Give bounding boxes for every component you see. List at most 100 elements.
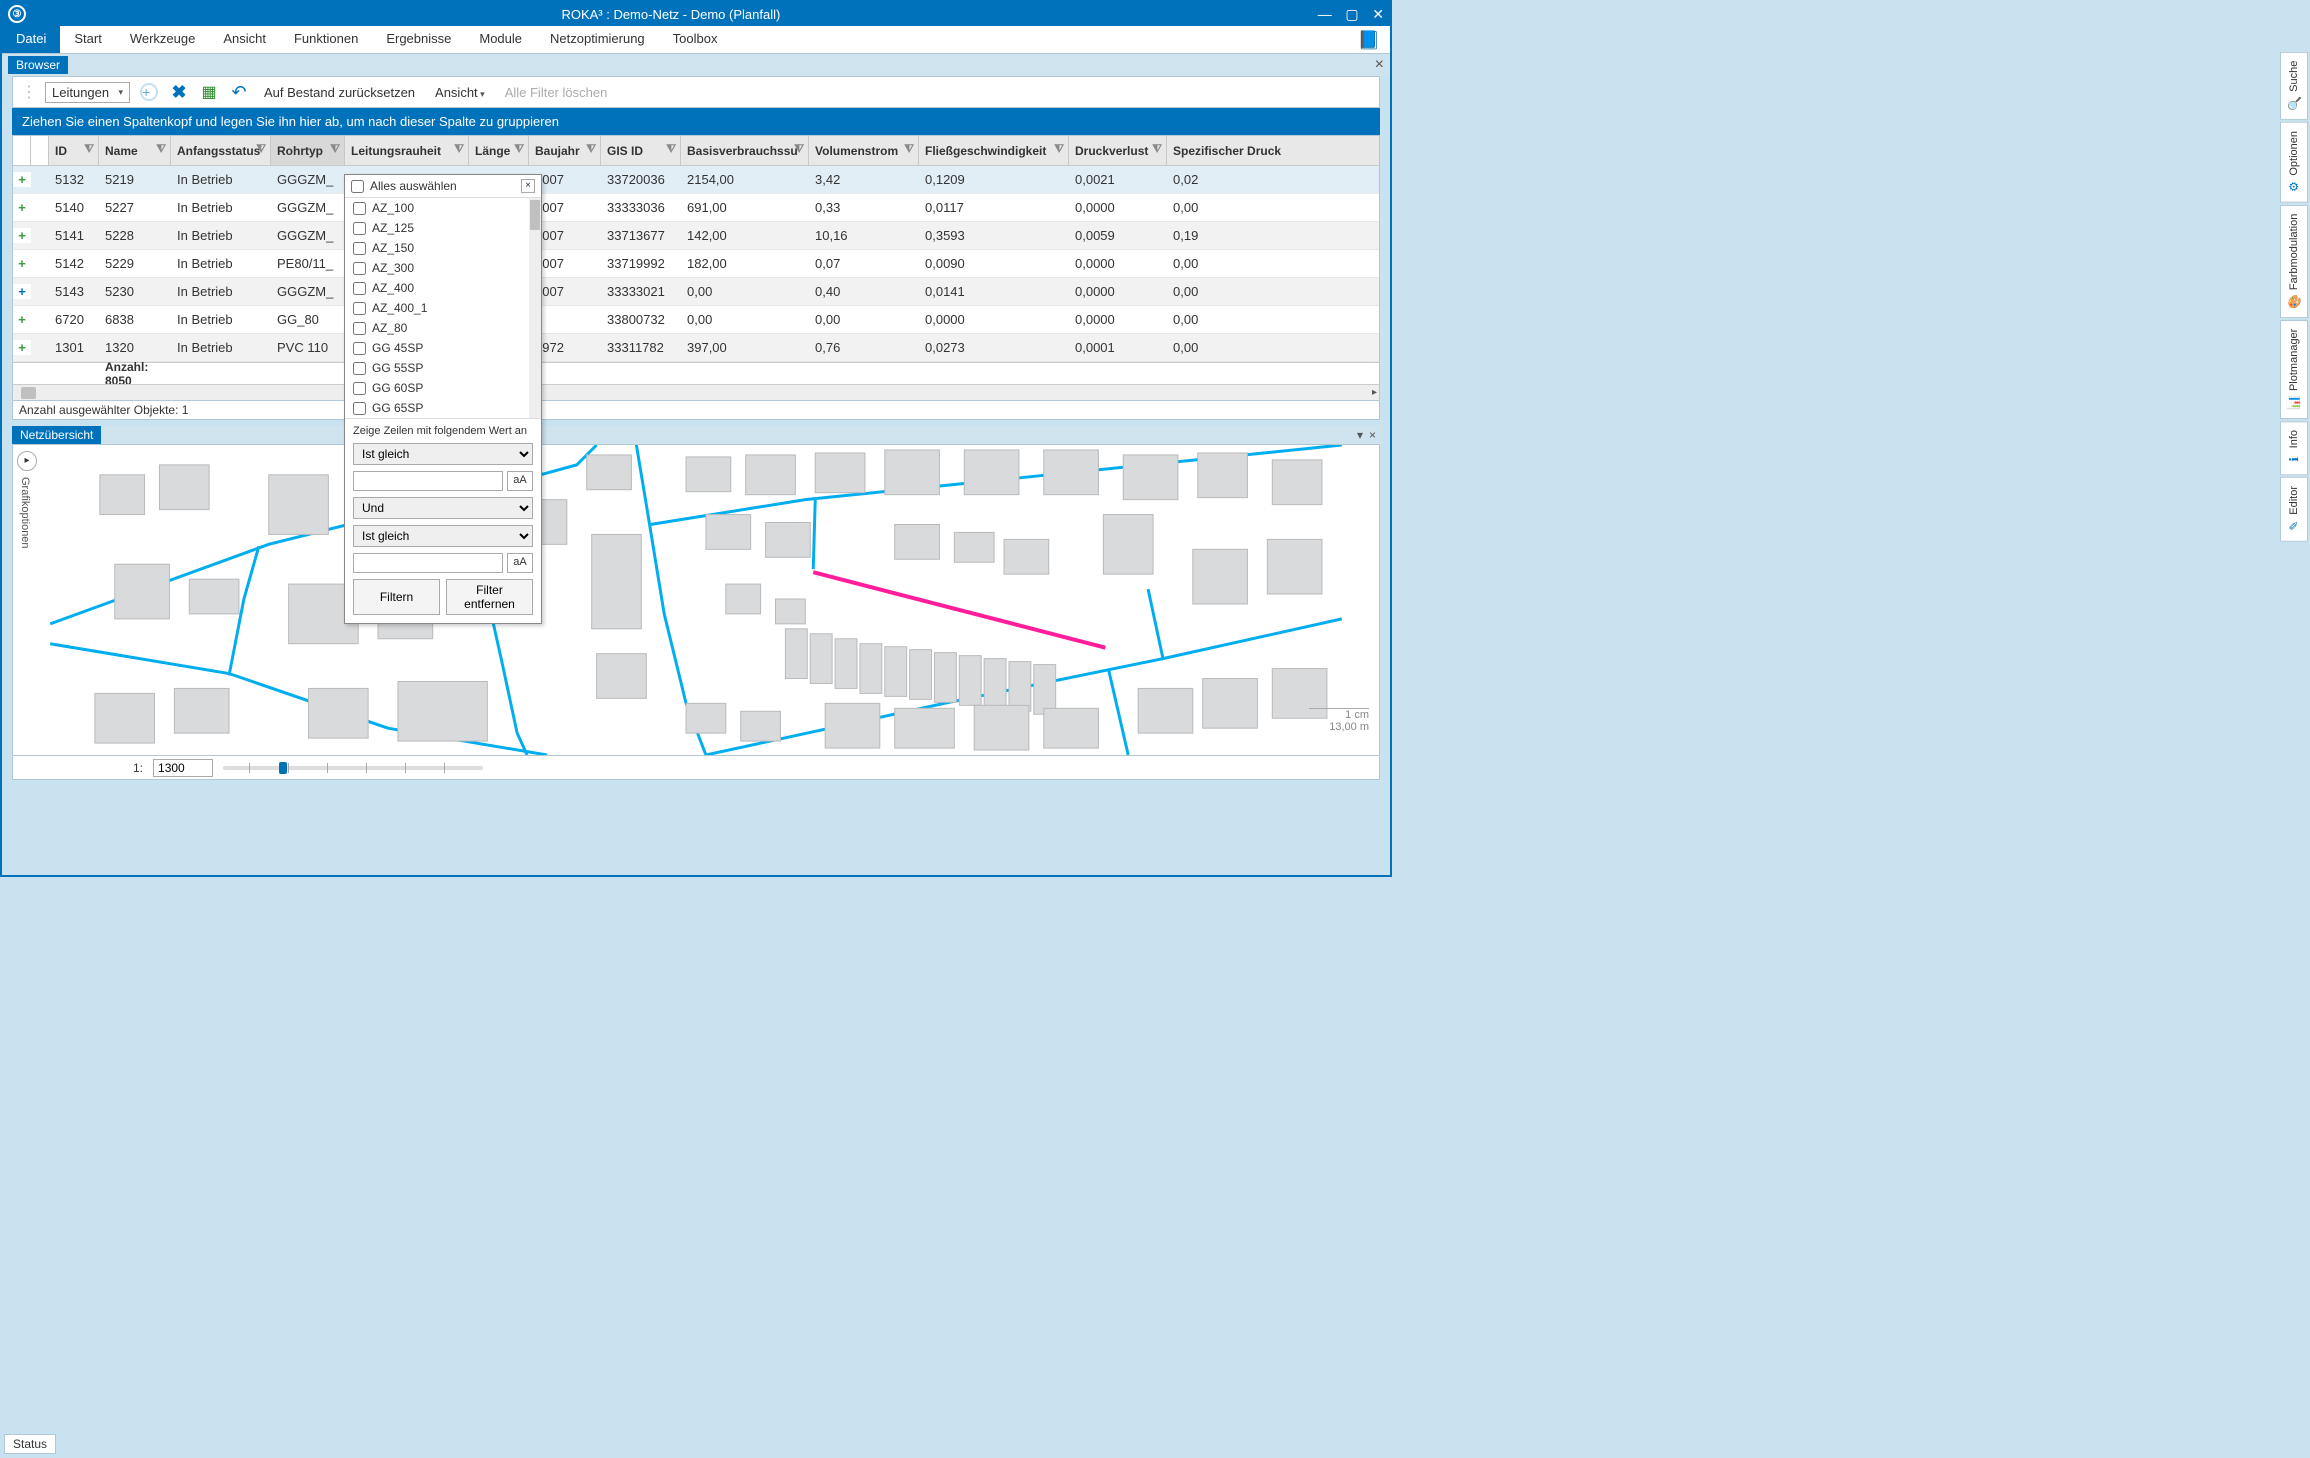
expand-icon[interactable]: + [13, 228, 31, 243]
reset-button[interactable]: Auf Bestand zurücksetzen [258, 83, 421, 102]
filter-item[interactable]: AZ_100 [345, 198, 541, 218]
filter-item-checkbox[interactable] [353, 342, 366, 355]
map-view[interactable]: ▸ Grafikoptionen [12, 444, 1380, 756]
filter-item-checkbox[interactable] [353, 402, 366, 415]
add-button[interactable]: + [138, 81, 160, 103]
expand-icon[interactable]: + [13, 312, 31, 327]
filter-icon[interactable]: ⧨ [1152, 143, 1162, 156]
minimize-button[interactable]: — [1318, 6, 1332, 22]
ribbon-tab-ergebnisse[interactable]: Ergebnisse [372, 26, 465, 53]
col-name[interactable]: Name⧨ [99, 136, 171, 165]
filter-item[interactable]: GG 45SP [345, 338, 541, 358]
col-basis[interactable]: Basisverbrauchssu⧨ [681, 136, 809, 165]
table-row[interactable]: +51425229In BetriebPE80/11_2007337199921… [13, 250, 1379, 278]
clear-filters-button[interactable]: Alle Filter löschen [499, 83, 614, 102]
condition-conj[interactable]: Und [353, 497, 533, 519]
filter-icon[interactable]: ⧨ [156, 143, 166, 156]
rtab-suche[interactable]: 🔍Suche [2280, 52, 2308, 120]
ribbon-tab-toolbox[interactable]: Toolbox [659, 26, 732, 53]
zoom-input[interactable] [153, 759, 213, 777]
case-toggle1[interactable]: aA [507, 471, 533, 491]
filter-item[interactable]: GG 55SP [345, 358, 541, 378]
condition-op1[interactable]: Ist gleich [353, 443, 533, 465]
col-laenge[interactable]: Länge⧨ [469, 136, 529, 165]
ribbon-tab-ansicht[interactable]: Ansicht [209, 26, 280, 53]
filter-item[interactable]: AZ_125 [345, 218, 541, 238]
table-row[interactable]: +51325219In BetriebGGGZM_200733720036215… [13, 166, 1379, 194]
filter-item-checkbox[interactable] [353, 322, 366, 335]
browser-tab[interactable]: Browser [8, 56, 68, 74]
filter-item[interactable]: GG 60SP [345, 378, 541, 398]
help-icon[interactable]: 📘 [1348, 26, 1390, 53]
close-button[interactable]: ✕ [1372, 6, 1384, 22]
map-options-toggle[interactable]: ▸ [17, 451, 37, 471]
filter-item[interactable]: AZ_400_1 [345, 298, 541, 318]
col-spez[interactable]: Spezifischer Druck [1167, 136, 1295, 165]
maximize-button[interactable]: ▢ [1345, 6, 1358, 22]
rtab-plotmgr[interactable]: 📊Plotmanager [2280, 320, 2308, 419]
reset-icon[interactable]: ↶ [228, 81, 250, 103]
table-row[interactable]: +51415228In BetriebGGGZM_200733713677142… [13, 222, 1379, 250]
rtab-info[interactable]: ℹInfo [2280, 421, 2308, 475]
filter-icon[interactable]: ⧨ [256, 143, 266, 156]
expand-icon[interactable]: + [13, 340, 31, 355]
table-row[interactable]: +51435230In BetriebGGGZM_2007333330210,0… [13, 278, 1379, 306]
col-rohrtyp[interactable]: Rohrtyp⧨ [271, 136, 345, 165]
ribbon-tab-netzopt[interactable]: Netzoptimierung [536, 26, 659, 53]
filter-item[interactable]: GG 65SP [345, 398, 541, 418]
expand-icon[interactable]: + [13, 172, 31, 187]
rtab-editor[interactable]: ✎Editor [2280, 477, 2308, 542]
table-row[interactable]: +51405227In BetriebGGGZM_200733333036691… [13, 194, 1379, 222]
expand-icon[interactable]: + [13, 256, 31, 271]
filter-item-checkbox[interactable] [353, 262, 366, 275]
filter-icon[interactable]: ⧨ [330, 143, 340, 156]
col-gisid[interactable]: GIS ID⧨ [601, 136, 681, 165]
table-row[interactable]: +13011320In BetriebPVC 11019723331178239… [13, 334, 1379, 362]
filter-item-checkbox[interactable] [353, 222, 366, 235]
filter-icon[interactable]: ⧨ [514, 143, 524, 156]
zoom-slider[interactable] [223, 766, 483, 770]
ribbon-tab-datei[interactable]: Datei [2, 26, 60, 53]
expand-icon[interactable]: + [13, 200, 31, 215]
rtab-farbmod[interactable]: 🎨Farbmodulation [2280, 205, 2308, 318]
layer-combo[interactable]: Leitungen [45, 82, 130, 103]
filter-item-checkbox[interactable] [353, 362, 366, 375]
filter-item[interactable]: AZ_80 [345, 318, 541, 338]
filter-item[interactable]: AZ_400 [345, 278, 541, 298]
col-volumen[interactable]: Volumenstrom⧨ [809, 136, 919, 165]
col-status[interactable]: Anfangsstatus⧨ [171, 136, 271, 165]
condition-val1[interactable] [353, 471, 503, 491]
map-options-label[interactable]: Grafikoptionen [19, 477, 31, 549]
filter-scrollbar[interactable] [529, 198, 541, 418]
toolbar-handle[interactable]: ⋮ [21, 82, 37, 102]
filter-icon[interactable]: ⧨ [84, 143, 94, 156]
table-row[interactable]: +67206838In BetriebGG_80338007320,000,00… [13, 306, 1379, 334]
condition-val2[interactable] [353, 553, 503, 573]
filter-clear-button[interactable]: Filter entfernen [446, 579, 533, 615]
netz-tab[interactable]: Netzübersicht [12, 426, 101, 444]
panel-close-icon[interactable]: × [1369, 428, 1376, 442]
rtab-optionen[interactable]: ⚙Optionen [2280, 122, 2308, 203]
filter-item-checkbox[interactable] [353, 382, 366, 395]
filter-item-checkbox[interactable] [353, 282, 366, 295]
filter-item-checkbox[interactable] [353, 242, 366, 255]
expand-icon[interactable]: + [13, 284, 31, 299]
export-excel-button[interactable]: ▦ [198, 81, 220, 103]
filter-item-checkbox[interactable] [353, 202, 366, 215]
panel-menu-icon[interactable]: ▾ [1357, 428, 1363, 442]
filter-icon[interactable]: ⧨ [586, 143, 596, 156]
col-baujahr[interactable]: Baujahr⧨ [529, 136, 601, 165]
select-all-checkbox[interactable] [351, 180, 364, 193]
filter-item[interactable]: AZ_150 [345, 238, 541, 258]
delete-button[interactable]: ✖ [168, 81, 190, 103]
filter-icon[interactable]: ⧨ [1054, 143, 1064, 156]
col-flow[interactable]: Fließgeschwindigkeit⧨ [919, 136, 1069, 165]
group-by-strip[interactable]: Ziehen Sie einen Spaltenkopf und legen S… [12, 108, 1380, 135]
col-rauheit[interactable]: Leitungsrauheit⧨ [345, 136, 469, 165]
filter-apply-button[interactable]: Filtern [353, 579, 440, 615]
grid-hscroll[interactable]: ▸ [13, 384, 1379, 400]
filter-icon[interactable]: ⧨ [794, 143, 804, 156]
ribbon-tab-werkzeuge[interactable]: Werkzeuge [116, 26, 210, 53]
filter-icon[interactable]: ⧨ [454, 143, 464, 156]
filter-item-checkbox[interactable] [353, 302, 366, 315]
